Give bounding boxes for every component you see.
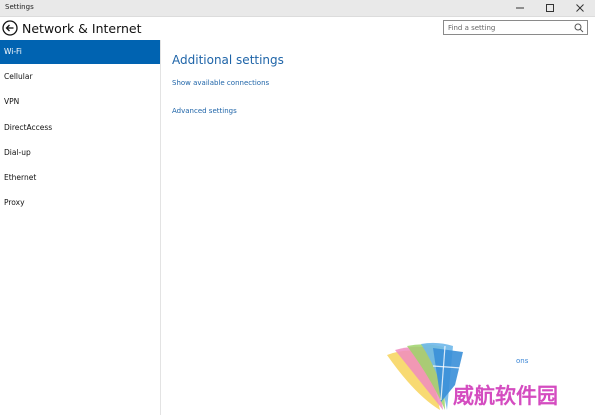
back-button[interactable] <box>2 20 18 36</box>
sidebar-item-vpn[interactable]: VPN <box>0 90 160 114</box>
maximize-button[interactable] <box>535 0 565 16</box>
section-heading: Additional settings <box>172 53 284 67</box>
close-button[interactable] <box>565 0 595 16</box>
minimize-icon <box>516 7 524 9</box>
watermark-text: 威航软件园 <box>453 383 558 408</box>
watermark-fragment: ons <box>516 357 529 365</box>
sidebar-item-wifi[interactable]: Wi-Fi <box>0 40 160 64</box>
sidebar-item-label: Proxy <box>4 198 25 207</box>
search-icon[interactable] <box>574 23 584 33</box>
back-arrow-icon <box>2 20 18 36</box>
sidebar-item-label: Cellular <box>4 72 33 81</box>
sidebar-item-ethernet[interactable]: Ethernet <box>0 166 160 190</box>
settings-window: Settings Network & Internet Find a setti… <box>0 0 595 415</box>
sidebar-item-proxy[interactable]: Proxy <box>0 191 160 215</box>
sidebar-item-cellular[interactable]: Cellular <box>0 65 160 89</box>
title-bar: Settings <box>0 0 595 17</box>
sidebar: Wi-Fi Cellular VPN DirectAccess Dial-up … <box>0 40 161 415</box>
sidebar-item-label: VPN <box>4 97 20 106</box>
minimize-button[interactable] <box>505 0 535 16</box>
close-icon <box>576 4 584 12</box>
search-box[interactable] <box>443 20 588 35</box>
sidebar-item-label: DirectAccess <box>4 123 53 132</box>
sidebar-item-directaccess[interactable]: DirectAccess <box>0 116 160 140</box>
sidebar-item-dial-up[interactable]: Dial-up <box>0 141 160 165</box>
sidebar-item-label: Dial-up <box>4 148 31 157</box>
sidebar-item-label: Ethernet <box>4 173 37 182</box>
advanced-settings-link[interactable]: Advanced settings <box>172 107 237 115</box>
search-input[interactable] <box>444 21 572 34</box>
sidebar-item-label: Wi-Fi <box>4 47 22 56</box>
maximize-icon <box>546 4 554 12</box>
page-title: Network & Internet <box>22 21 142 36</box>
show-available-connections-link[interactable]: Show available connections <box>172 79 269 87</box>
window-title: Settings <box>5 3 34 11</box>
